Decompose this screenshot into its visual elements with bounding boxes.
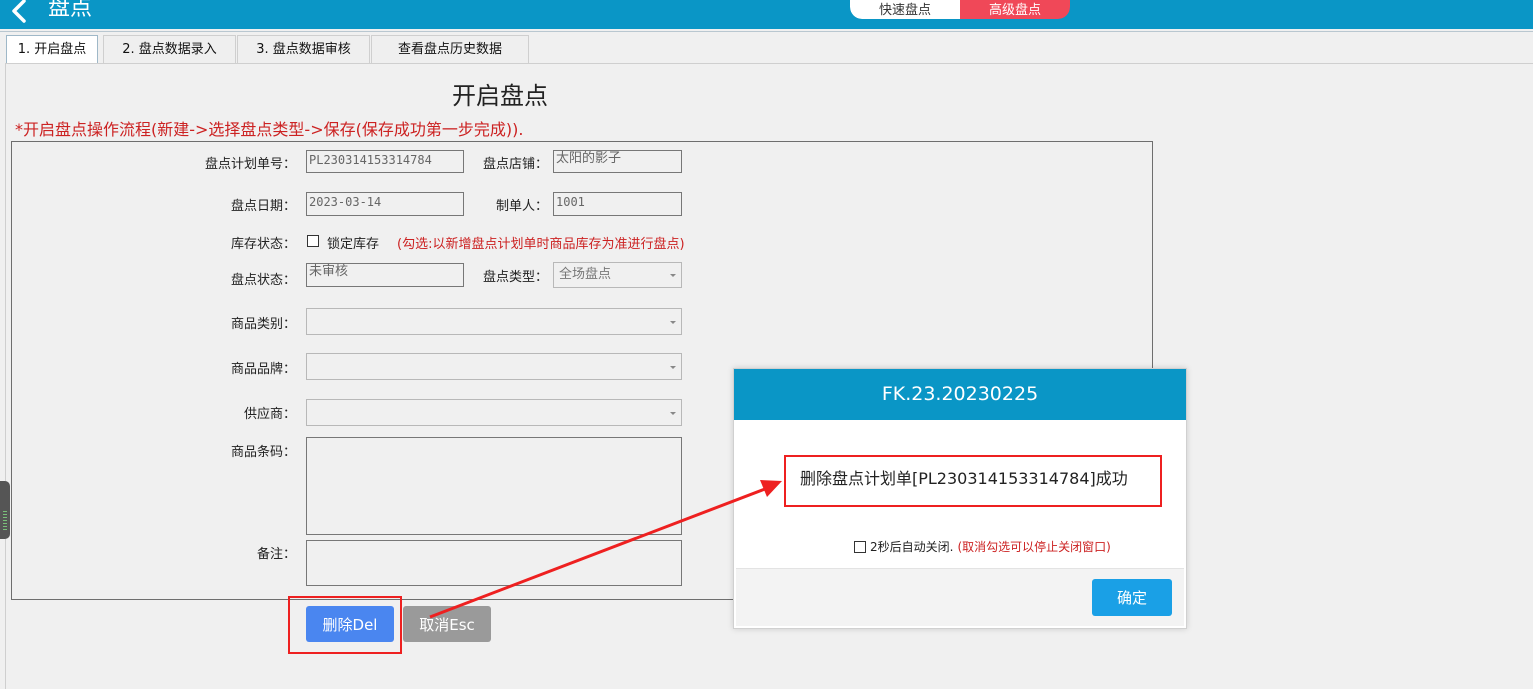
- status-label: 盘点状态：: [230, 273, 296, 288]
- category-select[interactable]: [306, 308, 682, 335]
- auto-close-label: 2秒后自动关闭.: [870, 540, 954, 554]
- chevron-down-icon: [670, 365, 676, 369]
- status-field[interactable]: 未审核: [306, 263, 464, 287]
- auto-close-row: 2秒后自动关闭. (取消勾选可以停止关闭窗口): [854, 538, 1111, 555]
- quick-count-button[interactable]: 快速盘点: [850, 0, 960, 19]
- barcode-label: 商品条码：: [230, 445, 296, 460]
- chevron-down-icon: [670, 411, 676, 415]
- brand-select[interactable]: [306, 353, 682, 380]
- section-title: 开启盘点: [452, 82, 548, 110]
- header-divider: [0, 31, 1533, 32]
- chevron-down-icon: [670, 320, 676, 324]
- tabs-divider: [5, 63, 1533, 64]
- ok-button[interactable]: 确定: [1092, 579, 1172, 616]
- supplier-select[interactable]: [306, 399, 682, 426]
- auto-close-checkbox[interactable]: [854, 540, 866, 553]
- auto-close-hint: (取消勾选可以停止关闭窗口): [957, 540, 1111, 554]
- side-splitter-handle[interactable]: [0, 481, 10, 539]
- mode-switch: 快速盘点 高级盘点: [850, 0, 1070, 19]
- type-select-value: 全场盘点: [559, 267, 612, 282]
- remark-label: 备注：: [256, 547, 296, 562]
- lock-stock-label: 锁定库存: [327, 237, 380, 252]
- dialog-message: 删除盘点计划单[PL230314153314784]成功: [800, 469, 1128, 488]
- tab-history[interactable]: 查看盘点历史数据: [371, 35, 529, 64]
- category-label: 商品类别：: [230, 317, 296, 332]
- tab-start-count[interactable]: 1. 开启盘点: [6, 35, 98, 64]
- flow-note: *开启盘点操作流程(新建->选择盘点类型->保存(保存成功第一步完成)).: [15, 120, 524, 139]
- dialog-title: FK.23.20230225: [734, 369, 1186, 420]
- lock-stock-checkbox[interactable]: [307, 235, 319, 247]
- message-dialog: FK.23.20230225 删除盘点计划单[PL230314153314784…: [733, 368, 1187, 629]
- lock-stock-hint: (勾选:以新增盘点计划单时商品库存为准进行盘点): [397, 237, 685, 252]
- maker-label: 制单人：: [495, 199, 548, 214]
- stock-state-label: 库存状态：: [230, 237, 296, 252]
- content-left-border: [5, 63, 6, 689]
- remark-textarea[interactable]: [306, 540, 682, 586]
- grip-icon: [3, 511, 7, 531]
- plan-no-field[interactable]: PL230314153314784: [306, 150, 464, 173]
- top-bar: 盘点 快速盘点 高级盘点: [0, 0, 1533, 29]
- barcode-textarea[interactable]: [306, 437, 682, 535]
- type-label: 盘点类型：: [482, 270, 548, 285]
- store-label: 盘点店铺：: [482, 157, 548, 172]
- page-title: 盘点: [48, 0, 93, 21]
- chevron-left-icon[interactable]: [6, 0, 32, 25]
- plan-no-label: 盘点计划单号：: [204, 157, 296, 172]
- date-label: 盘点日期：: [230, 199, 296, 214]
- tab-data-entry[interactable]: 2. 盘点数据录入: [103, 35, 236, 64]
- tab-data-review[interactable]: 3. 盘点数据审核: [237, 35, 370, 64]
- type-select[interactable]: 全场盘点: [553, 262, 682, 288]
- advanced-count-button[interactable]: 高级盘点: [960, 0, 1070, 19]
- chevron-down-icon: [670, 274, 676, 277]
- supplier-label: 供应商：: [243, 407, 296, 422]
- cancel-button[interactable]: 取消Esc: [403, 606, 491, 642]
- maker-field[interactable]: 1001: [553, 192, 682, 216]
- date-field[interactable]: 2023-03-14: [306, 192, 464, 216]
- delete-button[interactable]: 删除Del: [306, 606, 394, 642]
- brand-label: 商品品牌：: [230, 362, 296, 377]
- store-field[interactable]: 太阳的影子: [553, 150, 682, 173]
